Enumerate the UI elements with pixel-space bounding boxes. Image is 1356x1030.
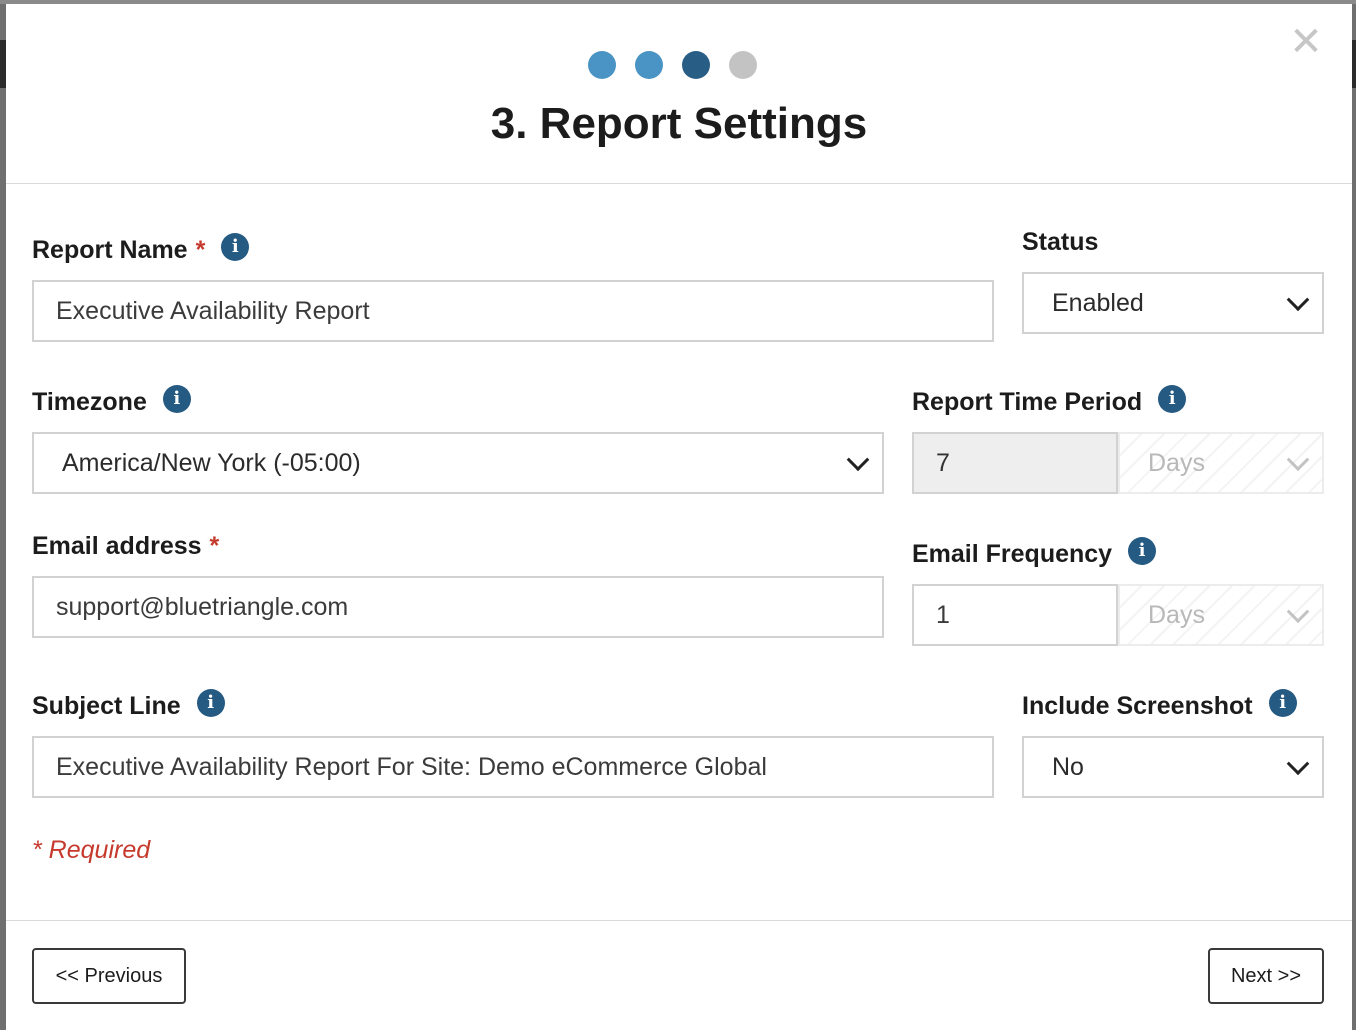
status-label-text: Status bbox=[1022, 228, 1099, 256]
required-asterisk: * bbox=[209, 532, 220, 560]
subject-line-input[interactable]: Executive Availability Report For Site: … bbox=[32, 736, 994, 798]
timezone-selected-value: America/New York (-05:00) bbox=[62, 448, 361, 477]
email-frequency-value: 1 bbox=[936, 600, 950, 629]
report-time-period-unit: Days bbox=[1148, 448, 1205, 477]
chevron-down-icon bbox=[1286, 448, 1310, 472]
modal-header: 3. Report Settings ✕ bbox=[6, 4, 1352, 184]
report-name-value: Executive Availability Report bbox=[56, 296, 370, 325]
status-select[interactable]: Enabled bbox=[1022, 272, 1324, 334]
info-icon[interactable]: i bbox=[221, 232, 250, 261]
close-icon[interactable]: ✕ bbox=[1288, 22, 1324, 62]
wizard-step-indicator bbox=[588, 51, 757, 79]
info-icon[interactable]: i bbox=[162, 384, 191, 413]
status-selected-value: Enabled bbox=[1052, 288, 1144, 317]
include-screenshot-selected-value: No bbox=[1052, 752, 1084, 781]
include-screenshot-select[interactable]: No bbox=[1022, 736, 1324, 798]
timezone-label: Timezone i bbox=[32, 384, 191, 417]
report-time-period-label: Report Time Period i bbox=[912, 384, 1187, 417]
email-address-label-text: Email address bbox=[32, 532, 202, 560]
include-screenshot-label-text: Include Screenshot bbox=[1022, 692, 1253, 720]
modal-title: 3. Report Settings bbox=[490, 99, 868, 148]
step-dot-3-current bbox=[682, 51, 710, 79]
include-screenshot-label: Include Screenshot i bbox=[1022, 688, 1297, 721]
chevron-down-icon bbox=[1286, 288, 1310, 312]
email-address-value: support@bluetriangle.com bbox=[56, 592, 349, 621]
chevron-down-icon bbox=[1286, 600, 1310, 624]
email-address-label: Email address * bbox=[32, 532, 219, 561]
next-button[interactable]: Next >> bbox=[1208, 948, 1324, 1004]
chevron-down-icon bbox=[846, 448, 870, 472]
report-name-input[interactable]: Executive Availability Report bbox=[32, 280, 994, 342]
report-settings-modal: 3. Report Settings ✕ Report Name * i Exe… bbox=[6, 4, 1352, 1030]
required-note: * Required bbox=[32, 836, 151, 864]
email-frequency-unit-select: Days bbox=[1118, 584, 1324, 646]
info-icon[interactable]: i bbox=[1158, 384, 1187, 413]
chevron-down-icon bbox=[1286, 752, 1310, 776]
email-frequency-unit: Days bbox=[1148, 600, 1205, 629]
report-time-period-label-text: Report Time Period bbox=[912, 388, 1143, 416]
report-time-period-value: 7 bbox=[936, 448, 950, 477]
step-dot-2 bbox=[635, 51, 663, 79]
email-address-input[interactable]: support@bluetriangle.com bbox=[32, 576, 884, 638]
timezone-select[interactable]: America/New York (-05:00) bbox=[32, 432, 884, 494]
info-icon[interactable]: i bbox=[1128, 536, 1157, 565]
previous-button[interactable]: << Previous bbox=[32, 948, 186, 1004]
required-asterisk: * bbox=[195, 236, 206, 264]
step-dot-4 bbox=[729, 51, 757, 79]
status-label: Status bbox=[1022, 228, 1098, 257]
report-time-period-input: 7 bbox=[912, 432, 1118, 494]
info-icon[interactable]: i bbox=[1268, 688, 1297, 717]
info-icon[interactable]: i bbox=[196, 688, 225, 717]
subject-line-label: Subject Line i bbox=[32, 688, 225, 721]
subject-line-value: Executive Availability Report For Site: … bbox=[56, 752, 767, 781]
subject-line-label-text: Subject Line bbox=[32, 692, 181, 720]
modal-footer-divider bbox=[6, 920, 1352, 921]
report-time-period-unit-select: Days bbox=[1118, 432, 1324, 494]
report-name-label-text: Report Name bbox=[32, 236, 188, 264]
email-frequency-input[interactable]: 1 bbox=[912, 584, 1118, 646]
report-name-label: Report Name * i bbox=[32, 232, 250, 265]
email-frequency-label: Email Frequency i bbox=[912, 536, 1157, 569]
timezone-label-text: Timezone bbox=[32, 388, 147, 416]
email-frequency-label-text: Email Frequency bbox=[912, 540, 1113, 568]
step-dot-1 bbox=[588, 51, 616, 79]
